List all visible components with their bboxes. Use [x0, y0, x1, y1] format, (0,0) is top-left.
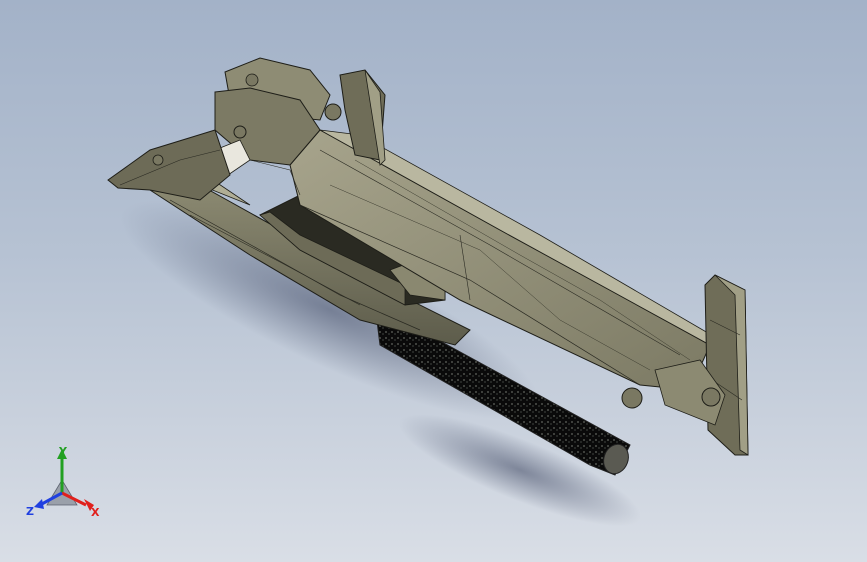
cad-model-view[interactable] — [0, 0, 867, 562]
z-axis-label: Z — [26, 505, 34, 518]
3d-graphics-viewport[interactable]: Y X Z — [0, 0, 867, 562]
x-axis-label: X — [91, 506, 100, 519]
z-axis-arrowhead-icon — [34, 499, 44, 509]
y-axis-label: Y — [58, 445, 68, 458]
view-orientation-triad: Y X Z — [22, 445, 112, 525]
